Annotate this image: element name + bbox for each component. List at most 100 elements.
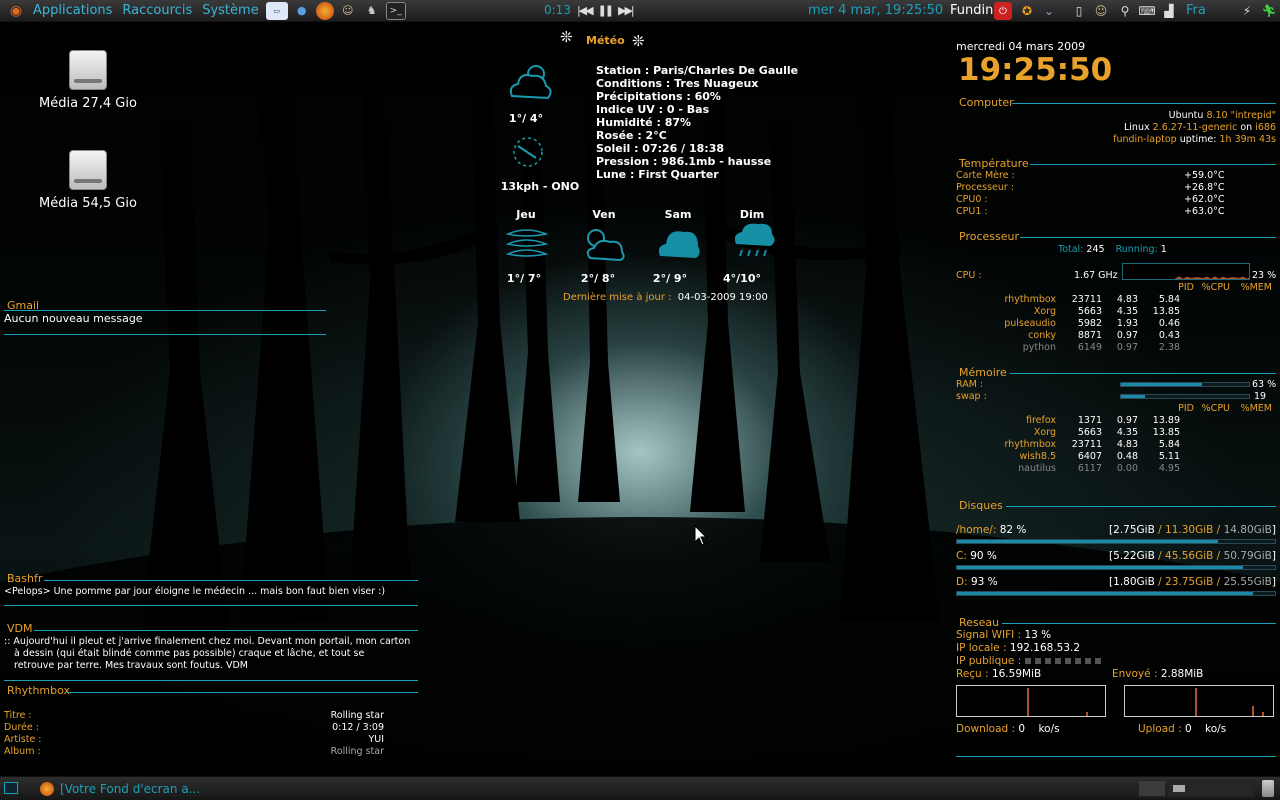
process-cpu: 1.93 bbox=[1116, 318, 1138, 329]
panel-clock[interactable]: mer 4 mar, 19:25:50 bbox=[808, 3, 943, 18]
workspace-2[interactable] bbox=[1168, 780, 1254, 797]
menu-systeme[interactable]: Système bbox=[197, 3, 263, 18]
contacts-icon[interactable]: ☺ bbox=[338, 2, 358, 20]
search-icon[interactable]: ⚲ bbox=[1116, 2, 1134, 20]
disk-used: 5.22GiB bbox=[1113, 550, 1155, 562]
temp-value: +26.8°C bbox=[1184, 182, 1225, 193]
cloudy-icon bbox=[658, 231, 700, 258]
desktop-drive-2[interactable]: Média 54,5 Gio bbox=[28, 150, 148, 211]
game-icon[interactable]: ♞ bbox=[362, 2, 382, 20]
memory-title: Mémoire bbox=[959, 366, 1007, 379]
rb-label: Artiste : bbox=[4, 734, 42, 745]
signal-icon[interactable]: ▟ bbox=[1160, 2, 1178, 20]
task-count: Total: 245 Running: 1 bbox=[1058, 244, 1167, 255]
weather-pressure: Pression : 986.1mb - hausse bbox=[596, 155, 772, 168]
ip-public-label: IP publique : bbox=[956, 655, 1022, 667]
battery-icon[interactable]: ▯ bbox=[1070, 2, 1088, 20]
user-menu[interactable]: Fundin bbox=[950, 3, 993, 18]
col-mem: %MEM bbox=[1240, 403, 1272, 414]
col-mem: %MEM bbox=[1240, 282, 1272, 293]
pause-icon[interactable]: ❚❚ bbox=[598, 4, 615, 17]
top-panel: ◉ Applications Raccourcis Système ▭ ● ☺ … bbox=[0, 0, 1280, 22]
weather-conditions: Conditions : Tres Nuageux bbox=[596, 77, 759, 90]
disk-total: 25.55GiB bbox=[1223, 576, 1272, 588]
divider bbox=[1030, 164, 1276, 165]
weather-humidity: Humidité : 87% bbox=[596, 116, 692, 129]
taskbar-item-firefox[interactable]: [Votre Fond d'ecran a... bbox=[40, 780, 224, 798]
process-pid: 23711 bbox=[1071, 294, 1102, 305]
search-tool-icon[interactable]: ✪ bbox=[1018, 2, 1036, 20]
weather-precip: Précipitations : 60% bbox=[596, 90, 721, 103]
menu-raccourcis[interactable]: Raccourcis bbox=[117, 3, 197, 18]
divider bbox=[34, 630, 418, 631]
processor-title: Processeur bbox=[959, 230, 1019, 243]
upload-line: Upload : 0 ko/s bbox=[1138, 723, 1226, 735]
divider bbox=[1020, 237, 1276, 238]
vdm-line: à dessin (qui était blindé comme pas pos… bbox=[14, 648, 365, 659]
process-name: conky bbox=[1028, 330, 1056, 341]
ip-local-line: IP locale : 192.168.53.2 bbox=[956, 642, 1080, 654]
menu-applications[interactable]: Applications bbox=[28, 3, 117, 18]
terminal-icon[interactable]: >_ bbox=[385, 1, 406, 20]
process-pid: 5982 bbox=[1077, 318, 1102, 329]
update-value: 04-03-2009 19:00 bbox=[677, 292, 768, 303]
cpu-usage: 23 % bbox=[1252, 270, 1277, 281]
forecast-day: Jeu bbox=[516, 208, 536, 221]
chevron-down-icon[interactable]: ⌄ bbox=[1040, 2, 1058, 20]
disk-sizes: [1.80GiB / 23.75GiB / 25.55GiB] bbox=[950, 576, 1276, 588]
forecast-temp: 4°/10° bbox=[723, 272, 761, 285]
process-mem: 5.84 bbox=[1158, 439, 1180, 450]
keyboard-icon[interactable]: ⌨ bbox=[1138, 2, 1156, 20]
process-name: python bbox=[1022, 342, 1056, 353]
logout-icon[interactable]: 🏃︎ bbox=[1260, 2, 1278, 20]
cpu-label: CPU : bbox=[956, 270, 982, 281]
keyboard-layout[interactable]: Fra bbox=[1186, 3, 1206, 18]
disk-free: 45.56GiB bbox=[1165, 550, 1214, 562]
previous-icon[interactable]: |◀◀ bbox=[577, 4, 594, 17]
process-name: nautilus bbox=[1018, 463, 1056, 474]
weather-dew: Rosée : 2°C bbox=[596, 129, 667, 142]
temp-label: Carte Mère : bbox=[956, 170, 1015, 181]
process-cpu: 0.48 bbox=[1116, 451, 1138, 462]
process-mem: 13.89 bbox=[1152, 415, 1180, 426]
drop-icon[interactable]: ● bbox=[292, 2, 312, 20]
weather-widget: ❊ Météo ❊ 1°/ 4° 13kph - ONO Station : P… bbox=[500, 28, 800, 308]
process-mem: 5.11 bbox=[1158, 451, 1180, 462]
process-name: Xorg bbox=[1033, 427, 1056, 438]
sep-2: / bbox=[1213, 576, 1224, 588]
process-name: pulseaudio bbox=[1004, 318, 1056, 329]
temp-value: +59.0°C bbox=[1184, 170, 1225, 181]
computer-title: Computer bbox=[959, 96, 1014, 109]
process-cpu: 0.97 bbox=[1116, 342, 1138, 353]
next-icon[interactable]: ▶▶| bbox=[618, 4, 635, 17]
process-pid: 6117 bbox=[1077, 463, 1102, 474]
ubuntu-logo-icon[interactable]: ◉ bbox=[6, 2, 26, 20]
rb-value: Rolling star bbox=[330, 710, 384, 721]
desktop-drive-1[interactable]: Média 27,4 Gio bbox=[28, 50, 148, 111]
bashfr-quote: <Pelops> Une pomme par jour éloigne le m… bbox=[4, 586, 386, 597]
power-icon[interactable]: ⏻ bbox=[994, 2, 1012, 20]
window-thumb bbox=[1173, 785, 1185, 792]
workspace-1[interactable] bbox=[1138, 780, 1166, 797]
trash-icon[interactable] bbox=[1262, 780, 1274, 797]
users-icon[interactable]: ☺ bbox=[1092, 2, 1110, 20]
process-cpu: 4.35 bbox=[1116, 427, 1138, 438]
music-player-applet: 0:13 |◀◀ ❚❚ ▶▶| bbox=[544, 3, 635, 17]
upload-graph bbox=[1124, 685, 1274, 717]
notes-icon[interactable]: ▭ bbox=[265, 1, 288, 20]
ram-bar-fill bbox=[1121, 383, 1202, 386]
network-title: Reseau bbox=[959, 616, 1000, 629]
col-pid: PID bbox=[1178, 282, 1194, 293]
process-name: rhythmbox bbox=[1004, 294, 1056, 305]
plug-icon[interactable]: ⚡ bbox=[1238, 2, 1256, 20]
show-desktop-icon[interactable] bbox=[4, 782, 18, 794]
rhythmbox-title: Rhythmbox bbox=[7, 684, 71, 697]
weather-moon: Lune : First Quarter bbox=[596, 168, 719, 181]
temp-value: +63.0°C bbox=[1184, 206, 1225, 217]
ram-label: RAM : bbox=[956, 379, 984, 390]
temp-label: CPU1 : bbox=[956, 206, 988, 217]
firefox-icon[interactable] bbox=[315, 1, 334, 20]
process-pid: 1371 bbox=[1077, 415, 1102, 426]
recv-line: Reçu : 16.59MiB bbox=[956, 668, 1041, 680]
process-mem: 5.84 bbox=[1158, 294, 1180, 305]
